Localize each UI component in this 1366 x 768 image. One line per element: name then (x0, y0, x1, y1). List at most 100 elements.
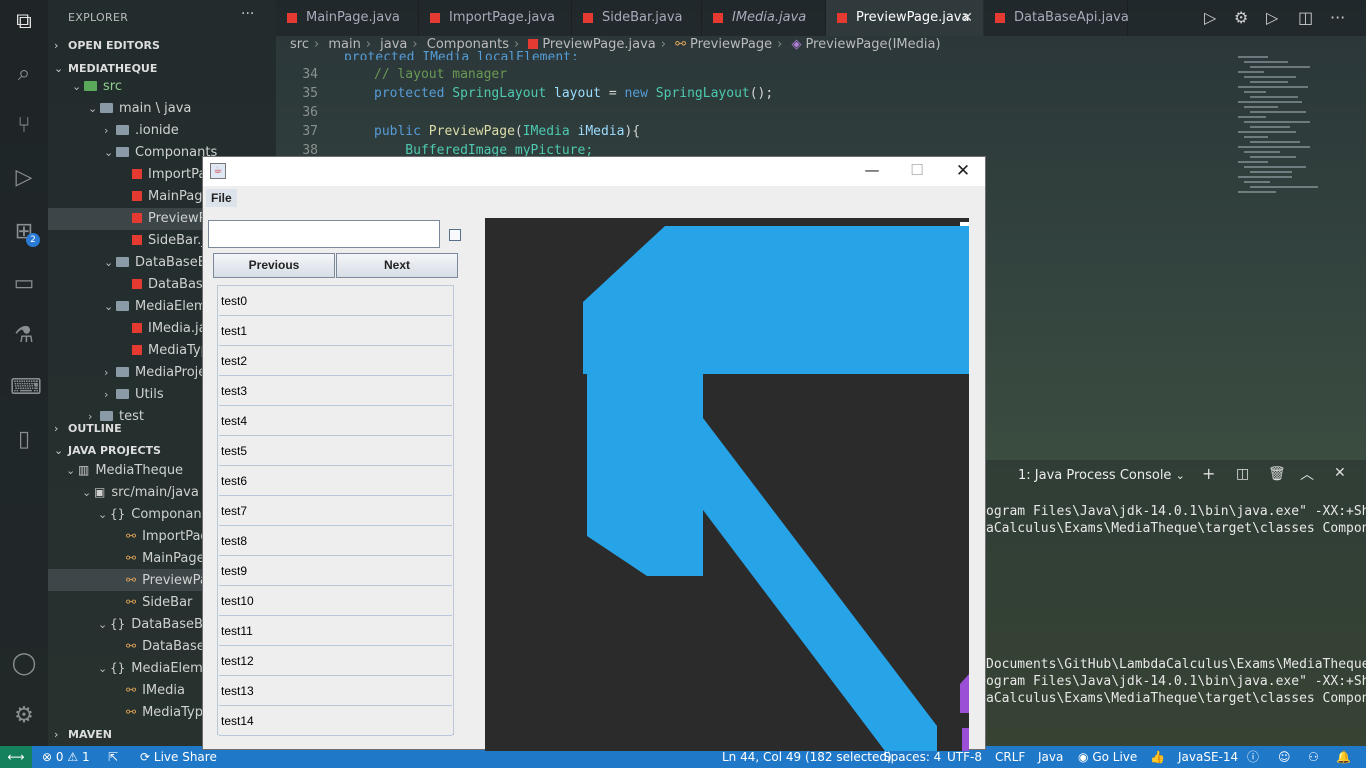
code-line[interactable]: public PreviewPage(IMedia iMedia){ (374, 124, 640, 139)
go-live-button[interactable]: ◉ Go Live (1078, 746, 1137, 768)
breadcrumb-item[interactable]: PreviewPage(IMedia) (805, 37, 940, 52)
testing-icon[interactable]: ⚗ (10, 322, 38, 350)
close-icon[interactable]: ✕ (943, 161, 983, 181)
console-dropdown[interactable]: 1: Java Process Console ⌄ (1018, 464, 1185, 488)
list-item[interactable]: test10 (219, 587, 452, 616)
person-icon[interactable]: ⚇ (1308, 746, 1319, 768)
maximize-panel-icon[interactable]: ︿ (1300, 464, 1314, 484)
feedback-icon[interactable]: ☺ (1278, 746, 1291, 768)
list-item[interactable]: test9 (219, 557, 452, 586)
console-line: aCalculus\Exams\MediaTheque\target\class… (986, 521, 1366, 536)
minimap-line (1244, 121, 1310, 123)
remote-explorer-icon[interactable]: ▭ (10, 270, 38, 298)
class-icon: ⚯ (126, 595, 137, 609)
previous-button[interactable]: Previous (213, 253, 335, 278)
notifications-bell-icon[interactable]: 🔔 (1336, 746, 1351, 768)
class-icon: ⚯ (126, 551, 137, 565)
debug-icon[interactable]: ⚙ (1234, 8, 1248, 27)
list-item[interactable]: test3 (219, 377, 452, 406)
account-icon[interactable]: ◯ (10, 650, 38, 678)
line-ending[interactable]: CRLF (995, 746, 1025, 768)
run-file-icon[interactable]: ▷ (1266, 8, 1278, 27)
maximize-icon[interactable]: ☐ (897, 161, 937, 179)
jdk-version[interactable]: JavaSE-14 (1178, 746, 1238, 768)
split-editor-icon[interactable]: ◫ (1298, 8, 1313, 27)
minimap-line (1238, 131, 1296, 133)
more-actions-icon[interactable]: ··· (241, 6, 254, 22)
next-button[interactable]: Next (336, 253, 458, 278)
tab-mainpage[interactable]: MainPage.java (276, 0, 419, 36)
minimap[interactable] (1238, 56, 1348, 196)
list-item[interactable]: test2 (219, 347, 452, 376)
folder-item[interactable]: ⌄ main \ java (48, 98, 276, 120)
minimap-line (1250, 141, 1300, 143)
file-menu[interactable]: File (206, 189, 237, 207)
checkbox[interactable] (449, 229, 461, 241)
share-icon[interactable]: ⇱ (108, 746, 118, 768)
language-mode[interactable]: Java (1038, 746, 1063, 768)
window-title-bar[interactable]: ☕ — ☐ ✕ (203, 157, 985, 186)
trash-icon[interactable]: 🗑 (1268, 466, 1286, 482)
list-item[interactable]: test7 (219, 497, 452, 526)
tab-databaseapi[interactable]: DataBaseApi.java (984, 0, 1129, 36)
explorer-title: EXPLORER (68, 11, 129, 24)
problems-indicator[interactable]: ⊗ 0 ⚠ 1 (42, 746, 90, 768)
folder-item[interactable]: ⌄ src (48, 76, 276, 98)
split-terminal-icon[interactable]: ◫ (1236, 466, 1249, 482)
breadcrumb-item[interactable]: PreviewPage (690, 37, 772, 52)
list-item[interactable]: test12 (219, 647, 452, 676)
java-file-icon (995, 13, 1005, 23)
folder-icon (100, 103, 113, 113)
folder-item[interactable]: › .ionide (48, 120, 276, 142)
open-editors-section[interactable]: › OPEN EDITORS (48, 35, 276, 57)
list-item[interactable]: test1 (219, 317, 452, 346)
chevron-icon: ⌄ (104, 256, 114, 269)
search-icon[interactable]: ⌕ (10, 60, 38, 88)
run-icon[interactable]: ▷ (1204, 8, 1216, 27)
close-tab-icon[interactable]: ✕ (961, 0, 973, 36)
minimize-icon[interactable]: — (852, 161, 892, 179)
more-actions-icon[interactable]: ··· (1330, 8, 1345, 27)
thumbs-up-icon[interactable]: 👍 (1150, 746, 1165, 768)
list-item[interactable]: test6 (219, 467, 452, 496)
minimap-line (1250, 126, 1290, 128)
java-file-icon (713, 13, 723, 23)
bookmark-icon[interactable]: ▯ (10, 426, 38, 454)
list-item[interactable]: test4 (219, 407, 452, 436)
chevron-icon: ⌄ (98, 662, 108, 675)
breadcrumb-item[interactable]: src (290, 37, 309, 52)
line-number: 36 (302, 105, 318, 120)
minimap-line (1244, 181, 1270, 183)
minimap-line (1250, 186, 1318, 188)
list-item[interactable]: test11 (219, 617, 452, 646)
code-line[interactable]: BufferedImage myPicture; (374, 143, 593, 156)
source-control-icon[interactable]: ⑂ (10, 112, 38, 140)
minimap-line (1238, 191, 1276, 193)
tree-item-label: src (103, 79, 122, 94)
list-item[interactable]: test14 (219, 707, 452, 736)
remote-icon[interactable]: ⟷ (0, 746, 32, 768)
java-file-icon (132, 323, 142, 333)
code-line[interactable]: // layout manager (374, 67, 507, 82)
terminal-icon[interactable]: ⌨ (10, 374, 42, 402)
tab-previewpage[interactable]: PreviewPage.java ✕ (826, 0, 984, 36)
extensions-badge: 2 (26, 233, 40, 247)
minimap-line (1250, 81, 1288, 83)
info-icon[interactable]: ⓘ (1247, 746, 1259, 768)
java-file-icon (430, 13, 440, 23)
code-line[interactable]: protected SpringLayout layout = new Spri… (374, 86, 773, 101)
list-item[interactable]: test8 (219, 527, 452, 556)
tab-sidebar[interactable]: SideBar.java (572, 0, 702, 36)
search-input[interactable] (208, 220, 440, 248)
java-file-icon (132, 191, 142, 201)
explorer-icon[interactable]: ⧉ (10, 8, 38, 36)
close-panel-icon[interactable]: ✕ (1334, 465, 1346, 481)
tab-importpage[interactable]: ImportPage.java (419, 0, 572, 36)
run-debug-icon[interactable]: ▷ (10, 164, 38, 192)
tab-imedia[interactable]: IMedia.java (702, 0, 826, 36)
settings-gear-icon[interactable]: ⚙ (10, 702, 38, 730)
list-item[interactable]: test13 (219, 677, 452, 706)
list-item[interactable]: test5 (219, 437, 452, 466)
new-terminal-icon[interactable]: + (1202, 464, 1215, 483)
list-item[interactable]: test0 (219, 287, 452, 316)
